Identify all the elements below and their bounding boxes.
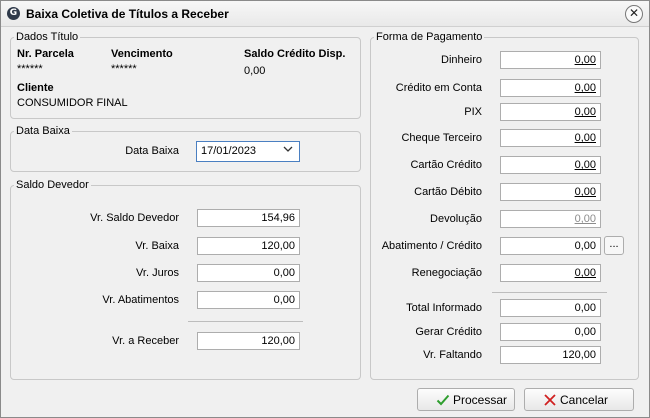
data-baixa-picker[interactable]: 17/01/2023 — [196, 141, 300, 162]
data-baixa-label: Data Baixa — [125, 145, 179, 157]
saldo-devedor-field[interactable]: 154,96 — [197, 209, 300, 227]
vr-faltando-field: 120,00 — [500, 346, 601, 364]
saldo-divider — [188, 321, 303, 322]
vr-faltando-label: Vr. Faltando — [423, 349, 482, 361]
pix-label: PIX — [464, 106, 482, 118]
saldo-credito-label: Saldo Crédito Disp. — [244, 48, 346, 60]
abatimento-credito-label: Abatimento / Crédito — [381, 240, 482, 252]
title-bar: G Baixa Coletiva de Títulos a Receber ✕ — [1, 1, 649, 27]
chevron-down-icon[interactable] — [283, 144, 293, 154]
nr-parcela-value: ****** — [17, 63, 43, 75]
cheque-terceiro-field[interactable]: 0,00 — [500, 129, 601, 147]
vr-juros-label: Vr. Juros — [136, 267, 179, 279]
saldo-devedor-legend: Saldo Devedor — [16, 179, 89, 191]
cartao-debito-field[interactable]: 0,00 — [500, 183, 601, 201]
forma-pagamento-legend: Forma de Pagamento — [376, 31, 483, 43]
vr-baixa-field[interactable]: 120,00 — [197, 237, 300, 255]
check-icon — [436, 394, 450, 406]
vr-abatimentos-field[interactable]: 0,00 — [197, 291, 300, 309]
cartao-credito-field[interactable]: 0,00 — [500, 156, 601, 174]
total-informado-label: Total Informado — [406, 302, 482, 314]
renegociacao-label: Renegociação — [411, 267, 482, 279]
saldo-devedor-label: Vr. Saldo Devedor — [90, 212, 179, 224]
vr-abatimentos-label: Vr. Abatimentos — [102, 294, 179, 306]
data-baixa-value: 17/01/2023 — [201, 145, 257, 157]
devolucao-field[interactable]: 0,00 — [500, 210, 601, 228]
pagamento-divider — [492, 292, 607, 293]
pix-field[interactable]: 0,00 — [500, 103, 601, 121]
cancelar-label: Cancelar — [560, 393, 609, 407]
cliente-label: Cliente — [17, 82, 54, 94]
dinheiro-field[interactable]: 0,00 — [500, 51, 601, 69]
credito-conta-label: Crédito em Conta — [395, 82, 482, 94]
processar-label: Processar — [453, 393, 508, 407]
dialog-window: G Baixa Coletiva de Títulos a Receber ✕ … — [0, 0, 650, 418]
saldo-devedor-group: Saldo Devedor — [10, 179, 361, 380]
credito-conta-field[interactable]: 0,00 — [500, 79, 601, 97]
vr-receber-field[interactable]: 120,00 — [197, 332, 300, 350]
cheque-terceiro-label: Cheque Terceiro — [401, 132, 482, 144]
data-baixa-legend: Data Baixa — [16, 125, 70, 137]
nr-parcela-label: Nr. Parcela — [17, 48, 74, 60]
cancel-x-icon — [544, 394, 556, 406]
cartao-debito-label: Cartão Débito — [414, 186, 482, 198]
vr-receber-label: Vr. a Receber — [112, 335, 179, 347]
saldo-credito-value: 0,00 — [244, 65, 266, 77]
gerar-credito-field: 0,00 — [500, 323, 601, 341]
abatimento-credito-field[interactable]: 0,00 — [500, 237, 601, 255]
renegociacao-field[interactable]: 0,00 — [500, 264, 601, 282]
abatimento-lookup-button[interactable]: ... — [604, 236, 624, 255]
vr-juros-field[interactable]: 0,00 — [197, 264, 300, 282]
cliente-value: CONSUMIDOR FINAL — [17, 97, 128, 109]
close-icon[interactable]: ✕ — [625, 5, 643, 23]
gerar-credito-label: Gerar Crédito — [415, 326, 482, 338]
app-logo-icon: G — [7, 7, 20, 20]
dados-titulo-legend: Dados Título — [16, 31, 79, 43]
dinheiro-label: Dinheiro — [441, 54, 482, 66]
cartao-credito-label: Cartão Crédito — [410, 159, 482, 171]
vr-baixa-label: Vr. Baixa — [135, 240, 179, 252]
devolucao-label: Devolução — [430, 213, 482, 225]
processar-button[interactable]: Processar — [417, 388, 515, 411]
window-title: Baixa Coletiva de Títulos a Receber — [26, 7, 229, 21]
cancelar-button[interactable]: Cancelar — [524, 388, 634, 411]
vencimento-label: Vencimento — [111, 48, 173, 60]
data-baixa-group: Data Baixa — [10, 125, 361, 172]
total-informado-field: 0,00 — [500, 299, 601, 317]
vencimento-value: ****** — [111, 63, 137, 75]
